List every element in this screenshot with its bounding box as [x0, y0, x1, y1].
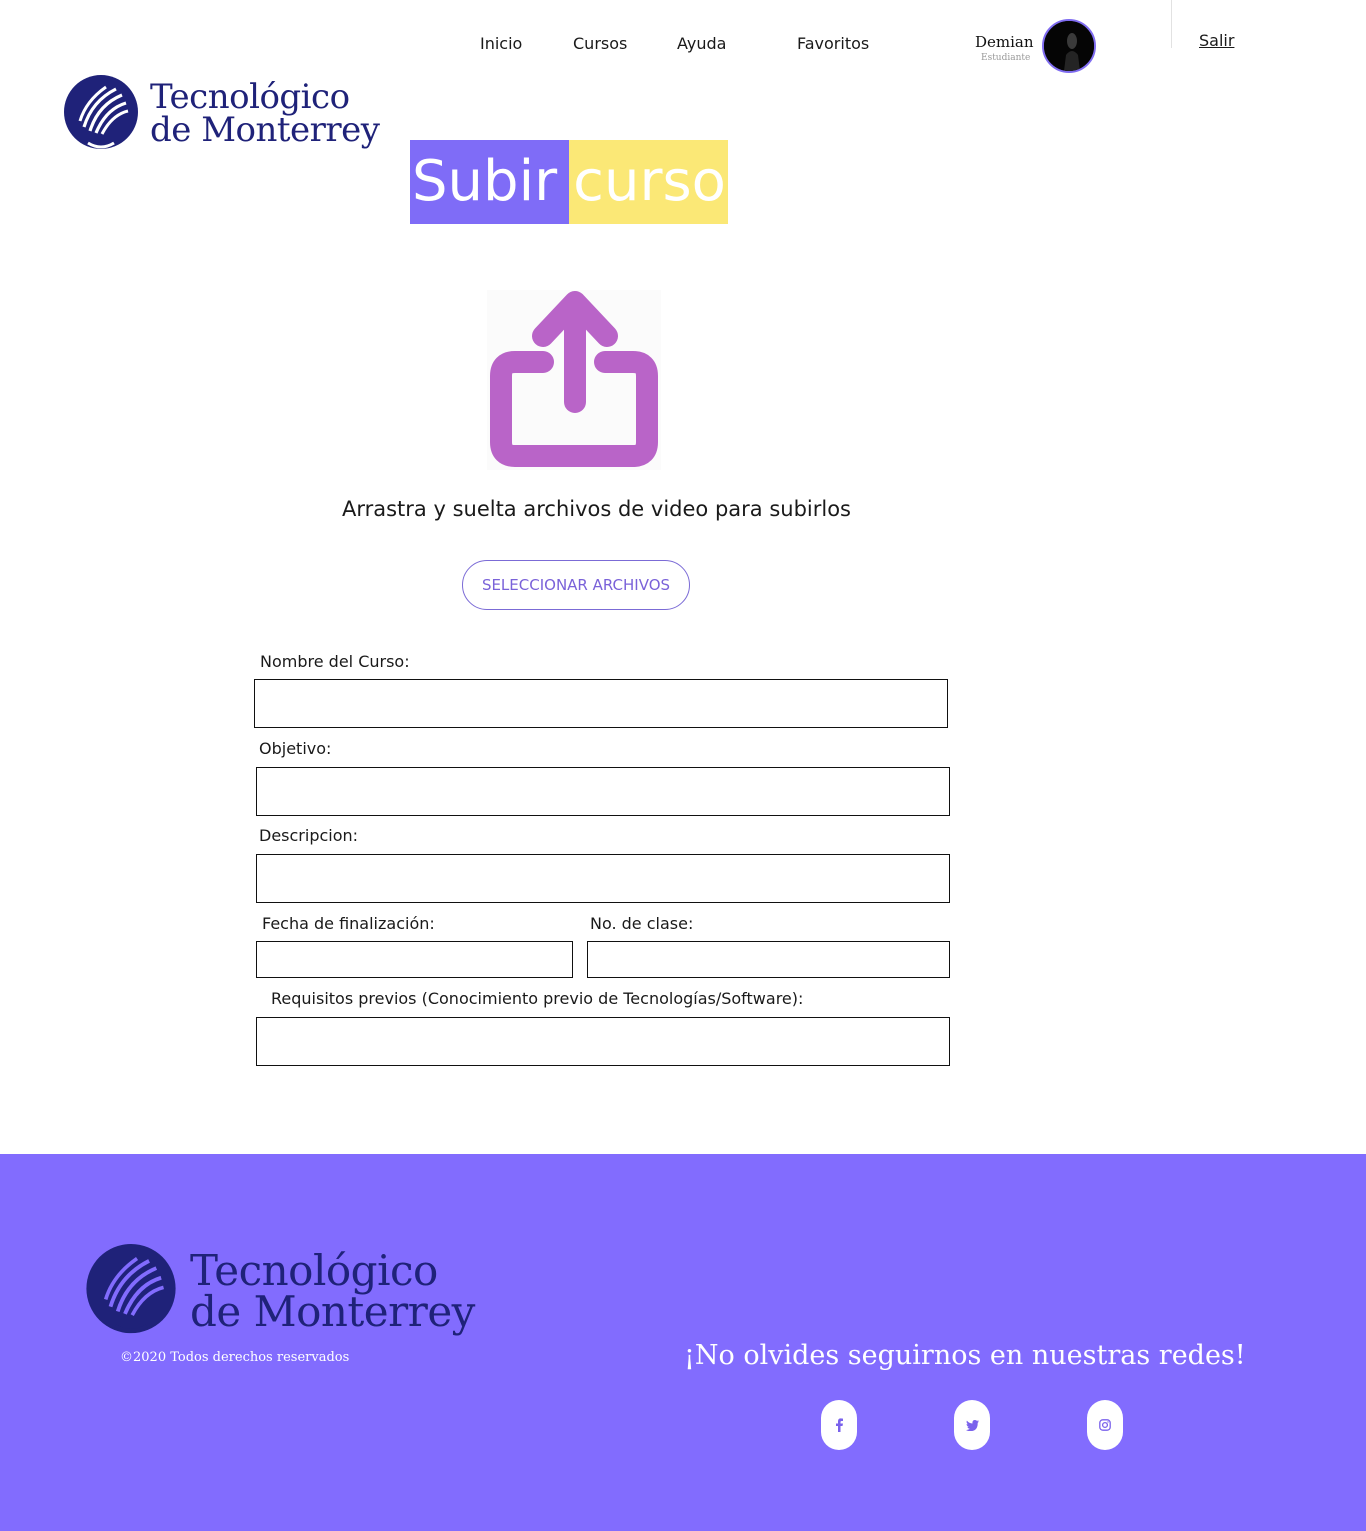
- select-files-button[interactable]: SELECCIONAR ARCHIVOS: [462, 560, 690, 610]
- logout-link[interactable]: Salir: [1199, 31, 1234, 50]
- end-date-label: Fecha de finalización:: [262, 914, 435, 933]
- brand-line2: de Monterrey: [150, 110, 380, 150]
- class-number-label: No. de clase:: [590, 914, 694, 933]
- brand-line1: Tecnológico: [150, 76, 350, 117]
- page-title-part2: curso: [569, 140, 728, 224]
- footer-brand-logo[interactable]: Tecnológico de Monterrey: [84, 1244, 475, 1338]
- twitter-glyph: [965, 1419, 979, 1431]
- brand-logo[interactable]: Tecnológico de Monterrey: [62, 75, 380, 153]
- page-title-part1: Subir: [410, 140, 570, 224]
- class-number-input[interactable]: [587, 941, 950, 978]
- course-name-input[interactable]: [254, 679, 948, 728]
- footer-brand-line1: Tecnológico: [190, 1245, 438, 1295]
- instagram-glyph: [1099, 1419, 1111, 1431]
- avatar[interactable]: [1042, 19, 1096, 73]
- avatar-photo: [1044, 21, 1094, 71]
- course-name-label: Nombre del Curso:: [260, 652, 410, 671]
- prerequisites-label: Requisitos previos (Conocimiento previo …: [271, 989, 804, 1008]
- footer-torch-logo-icon: [86, 1244, 176, 1334]
- facebook-icon[interactable]: [821, 1400, 857, 1450]
- drop-instructions: Arrastra y suelta archivos de video para…: [341, 497, 851, 521]
- nav-ayuda[interactable]: Ayuda: [677, 34, 726, 53]
- torch-logo-icon: [64, 75, 138, 149]
- twitter-icon[interactable]: [954, 1400, 990, 1450]
- user-name: Demian: [975, 33, 1034, 51]
- objective-input[interactable]: [256, 767, 950, 816]
- upload-share-icon: [487, 290, 661, 470]
- copyright-text: ©2020 Todos derechos reservados: [120, 1350, 350, 1365]
- page-title: Subir curso: [410, 140, 728, 224]
- facebook-glyph: [836, 1418, 843, 1432]
- nav-divider: [1171, 0, 1172, 48]
- upload-dropzone[interactable]: [487, 290, 661, 470]
- description-label: Descripcion:: [259, 826, 359, 845]
- description-input[interactable]: [256, 854, 950, 903]
- nav-inicio[interactable]: Inicio: [480, 34, 522, 53]
- footer-brand-line2: de Monterrey: [190, 1287, 475, 1336]
- objective-label: Objetivo:: [259, 739, 332, 758]
- follow-us-text: ¡No olvides seguirnos en nuestras redes!: [684, 1340, 1246, 1371]
- nav-cursos[interactable]: Cursos: [573, 34, 627, 53]
- nav-favoritos[interactable]: Favoritos: [797, 34, 869, 53]
- prerequisites-input[interactable]: [256, 1017, 950, 1066]
- instagram-icon[interactable]: [1087, 1400, 1123, 1450]
- user-role: Estudiante: [981, 53, 1031, 63]
- end-date-input[interactable]: [256, 941, 573, 978]
